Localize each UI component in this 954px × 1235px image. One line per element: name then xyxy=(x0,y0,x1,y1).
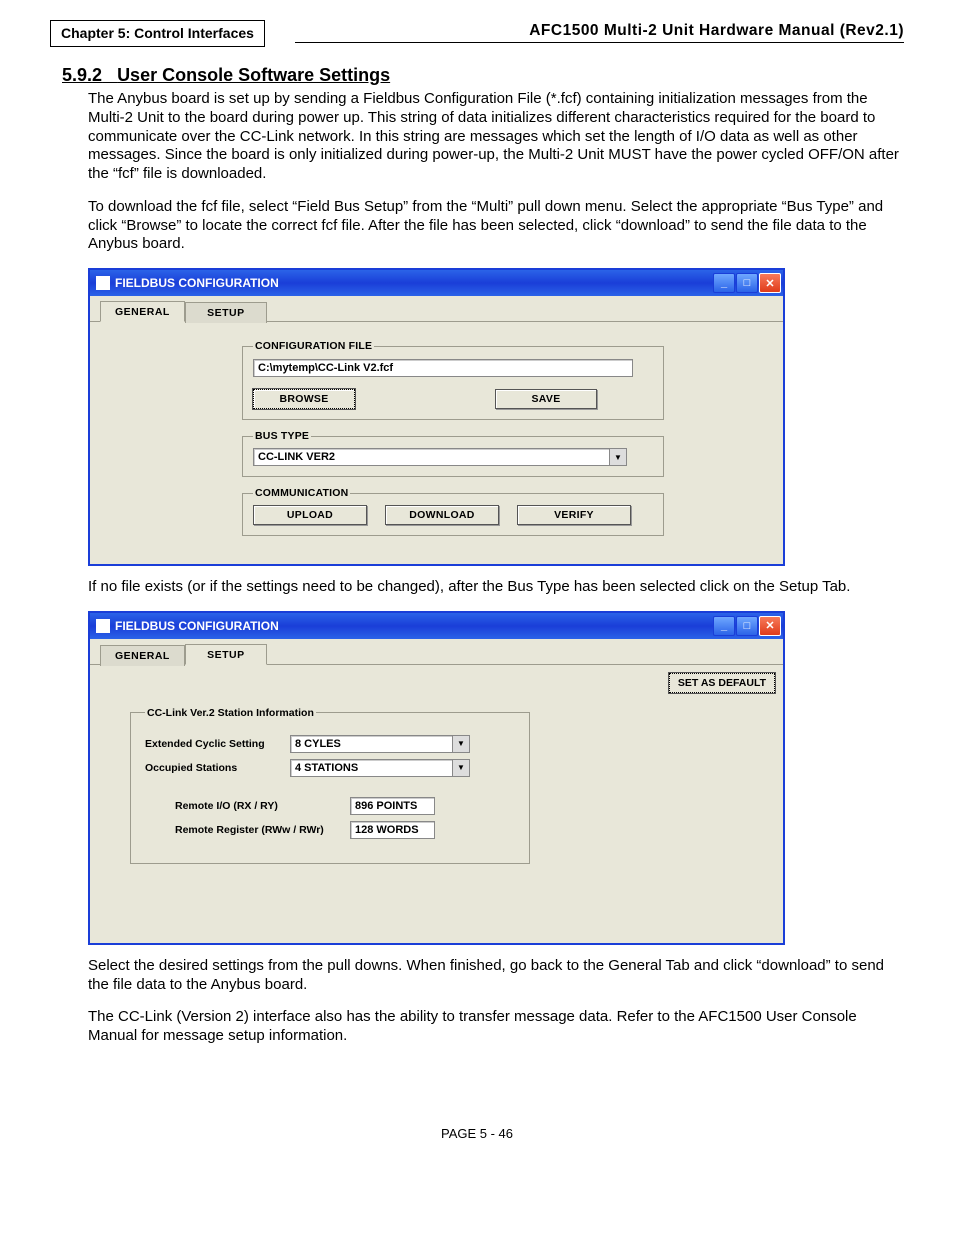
remote-io-label: Remote I/O (RX / RY) xyxy=(145,800,350,812)
titlebar: FIELDBUS CONFIGURATION _ □ ✕ xyxy=(90,270,783,296)
station-legend: CC-Link Ver.2 Station Information xyxy=(145,707,316,719)
minimize-button[interactable]: _ xyxy=(713,616,735,636)
section-number: 5.9.2 xyxy=(62,65,102,85)
paragraph-3: If no file exists (or if the settings ne… xyxy=(88,578,904,597)
paragraph-5: The CC-Link (Version 2) interface also h… xyxy=(88,1008,904,1046)
occupied-stations-label: Occupied Stations xyxy=(145,762,290,774)
communication-legend: COMMUNICATION xyxy=(253,487,350,499)
maximize-button[interactable]: □ xyxy=(736,273,758,293)
paragraph-1: The Anybus board is set up by sending a … xyxy=(88,90,904,184)
config-file-legend: CONFIGURATION FILE xyxy=(253,340,374,352)
chevron-down-icon[interactable]: ▼ xyxy=(453,735,470,753)
maximize-button[interactable]: □ xyxy=(736,616,758,636)
manual-title: AFC1500 Multi-2 Unit Hardware Manual (Re… xyxy=(295,22,904,43)
app-icon xyxy=(96,619,110,633)
app-icon xyxy=(96,276,110,290)
config-file-input[interactable] xyxy=(253,359,633,377)
page-footer: PAGE 5 - 46 xyxy=(50,1126,904,1141)
ext-cyclic-value: 8 CYLES xyxy=(290,735,453,753)
browse-button[interactable]: BROWSE xyxy=(253,389,355,409)
close-button[interactable]: ✕ xyxy=(759,616,781,636)
paragraph-4: Select the desired settings from the pul… xyxy=(88,957,904,995)
remote-register-label: Remote Register (RWw / RWr) xyxy=(145,824,350,836)
fieldbus-window-setup: FIELDBUS CONFIGURATION _ □ ✕ GENERAL SET… xyxy=(88,611,785,945)
paragraph-2: To download the fcf file, select “Field … xyxy=(88,198,904,254)
chevron-down-icon[interactable]: ▼ xyxy=(453,759,470,777)
bus-type-value: CC-LINK VER2 xyxy=(253,448,610,466)
tab-setup[interactable]: SETUP xyxy=(185,302,267,323)
section-heading: 5.9.2 User Console Software Settings xyxy=(62,65,904,86)
tab-setup[interactable]: SETUP xyxy=(185,644,267,665)
chevron-down-icon[interactable]: ▼ xyxy=(610,448,627,466)
section-title: User Console Software Settings xyxy=(117,65,390,85)
download-button[interactable]: DOWNLOAD xyxy=(385,505,499,525)
window-title: FIELDBUS CONFIGURATION xyxy=(115,276,279,290)
upload-button[interactable]: UPLOAD xyxy=(253,505,367,525)
config-file-group: CONFIGURATION FILE BROWSE SAVE xyxy=(242,340,664,420)
titlebar: FIELDBUS CONFIGURATION _ □ ✕ xyxy=(90,613,783,639)
set-as-default-button[interactable]: SET AS DEFAULT xyxy=(669,673,775,693)
close-button[interactable]: ✕ xyxy=(759,273,781,293)
station-info-group: CC-Link Ver.2 Station Information Extend… xyxy=(130,707,530,864)
minimize-button[interactable]: _ xyxy=(713,273,735,293)
chapter-box: Chapter 5: Control Interfaces xyxy=(50,20,265,47)
save-button[interactable]: SAVE xyxy=(495,389,597,409)
remote-register-value: 128 WORDS xyxy=(350,821,435,839)
verify-button[interactable]: VERIFY xyxy=(517,505,631,525)
bus-type-combo[interactable]: CC-LINK VER2 ▼ xyxy=(253,448,627,466)
ext-cyclic-label: Extended Cyclic Setting xyxy=(145,738,290,750)
bus-type-legend: BUS TYPE xyxy=(253,430,311,442)
ext-cyclic-combo[interactable]: 8 CYLES ▼ xyxy=(290,735,470,753)
occupied-stations-combo[interactable]: 4 STATIONS ▼ xyxy=(290,759,470,777)
bus-type-group: BUS TYPE CC-LINK VER2 ▼ xyxy=(242,430,664,477)
window-title: FIELDBUS CONFIGURATION xyxy=(115,619,279,633)
occupied-stations-value: 4 STATIONS xyxy=(290,759,453,777)
fieldbus-window-general: FIELDBUS CONFIGURATION _ □ ✕ GENERAL SET… xyxy=(88,268,785,566)
remote-io-value: 896 POINTS xyxy=(350,797,435,815)
tab-general[interactable]: GENERAL xyxy=(100,301,185,322)
tab-general[interactable]: GENERAL xyxy=(100,645,185,666)
communication-group: COMMUNICATION UPLOAD DOWNLOAD VERIFY xyxy=(242,487,664,536)
